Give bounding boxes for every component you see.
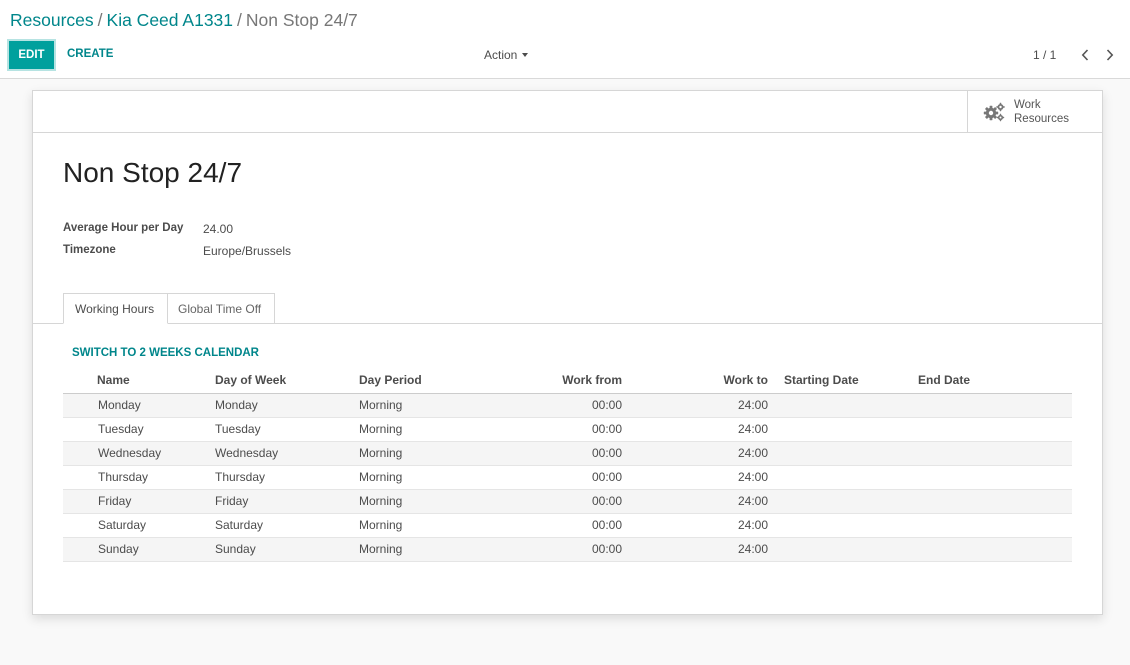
cell-work-to: 24:00 bbox=[622, 417, 768, 442]
cell-day-of-week: Wednesday bbox=[215, 441, 359, 466]
breadcrumb-item-vehicle[interactable]: Kia Ceed A1331 bbox=[107, 10, 234, 30]
chevron-right-icon bbox=[1106, 49, 1114, 61]
cell-end-date bbox=[918, 513, 1072, 538]
cell-work-from: 00:00 bbox=[469, 441, 622, 466]
cell-starting-date bbox=[768, 513, 918, 538]
cell-day-of-week: Friday bbox=[215, 489, 359, 514]
cell-work-to: 24:00 bbox=[622, 393, 768, 418]
cell-name: Thursday bbox=[63, 465, 215, 490]
create-button[interactable]: CREATE bbox=[67, 48, 113, 60]
record-title: Non Stop 24/7 bbox=[63, 157, 243, 188]
cell-end-date bbox=[918, 441, 1072, 466]
cell-work-to: 24:00 bbox=[622, 441, 768, 466]
action-dropdown-label: Action bbox=[484, 48, 518, 62]
average-hour-value: 24.00 bbox=[203, 222, 234, 236]
cell-work-from: 00:00 bbox=[469, 513, 622, 538]
timezone-label: Timezone bbox=[63, 244, 116, 256]
work-resources-label: Work Resources bbox=[1014, 98, 1069, 126]
cell-work-from: 00:00 bbox=[469, 393, 622, 418]
cell-work-from: 00:00 bbox=[469, 417, 622, 442]
cell-name: Monday bbox=[63, 393, 215, 418]
breadcrumb: Resources / Kia Ceed A1331/Non Stop 24/7 bbox=[10, 10, 358, 31]
table-row[interactable]: Wednesday Wednesday Morning 00:00 24:00 bbox=[63, 441, 1072, 466]
tab-working-hours[interactable]: Working Hours bbox=[63, 293, 168, 324]
cell-name: Tuesday bbox=[63, 417, 215, 442]
column-header-starting-date[interactable]: Starting Date bbox=[768, 368, 918, 394]
cell-day-of-week: Monday bbox=[215, 393, 359, 418]
cell-work-to: 24:00 bbox=[622, 465, 768, 490]
cell-day-period: Morning bbox=[359, 537, 469, 562]
cell-day-of-week: Saturday bbox=[215, 513, 359, 538]
cell-name: Wednesday bbox=[63, 441, 215, 466]
timezone-value: Europe/Brussels bbox=[203, 244, 292, 258]
cell-work-to: 24:00 bbox=[622, 489, 768, 514]
cell-name: Friday bbox=[63, 489, 215, 514]
cell-name: Sunday bbox=[63, 537, 215, 562]
work-resources-label-line2: Resources bbox=[1014, 112, 1069, 125]
cell-starting-date bbox=[768, 465, 918, 490]
table-row[interactable]: Saturday Saturday Morning 00:00 24:00 bbox=[63, 513, 1072, 538]
column-header-end-date[interactable]: End Date bbox=[918, 368, 1072, 394]
cell-day-of-week: Sunday bbox=[215, 537, 359, 562]
column-header-work-from[interactable]: Work from bbox=[469, 368, 622, 394]
tab-global-time-off[interactable]: Global Time Off bbox=[167, 293, 275, 324]
table-row[interactable]: Tuesday Tuesday Morning 00:00 24:00 bbox=[63, 417, 1072, 442]
table-row[interactable]: Sunday Sunday Morning 00:00 24:00 bbox=[63, 537, 1072, 562]
work-resources-button[interactable]: Work Resources bbox=[967, 91, 1102, 132]
table-row[interactable]: Friday Friday Morning 00:00 24:00 bbox=[63, 489, 1072, 514]
breadcrumb-separator: / bbox=[237, 10, 242, 30]
cell-work-from: 00:00 bbox=[469, 465, 622, 490]
column-header-name[interactable]: Name bbox=[63, 368, 215, 394]
caret-down-icon bbox=[522, 53, 529, 57]
switch-2-weeks-calendar-button[interactable]: SWITCH TO 2 WEEKS CALENDAR bbox=[72, 347, 259, 359]
cell-starting-date bbox=[768, 489, 918, 514]
column-header-work-to[interactable]: Work to bbox=[622, 368, 768, 394]
action-dropdown[interactable]: Action bbox=[484, 48, 529, 62]
cell-starting-date bbox=[768, 441, 918, 466]
cell-work-to: 24:00 bbox=[622, 513, 768, 538]
cell-day-of-week: Tuesday bbox=[215, 417, 359, 442]
form-sheet: Work Resources Non Stop 24/7 Average Hou… bbox=[32, 90, 1103, 615]
cell-work-from: 00:00 bbox=[469, 489, 622, 514]
table-header-row: Name Day of Week Day Period Work from Wo… bbox=[63, 368, 1072, 394]
work-resources-label-line1: Work bbox=[1014, 98, 1041, 111]
cell-end-date bbox=[918, 393, 1072, 418]
cell-day-period: Morning bbox=[359, 393, 469, 418]
cell-end-date bbox=[918, 537, 1072, 562]
pager-next-button[interactable] bbox=[1102, 46, 1118, 64]
cell-starting-date bbox=[768, 393, 918, 418]
working-hours-table: Name Day of Week Day Period Work from Wo… bbox=[63, 368, 1072, 562]
button-box: Work Resources bbox=[33, 91, 1102, 133]
cell-work-from: 00:00 bbox=[469, 537, 622, 562]
column-header-day-period[interactable]: Day Period bbox=[359, 368, 469, 394]
cell-end-date bbox=[918, 465, 1072, 490]
pager-previous-button[interactable] bbox=[1077, 46, 1093, 64]
breadcrumb-item-resources[interactable]: Resources bbox=[10, 10, 94, 30]
cell-end-date bbox=[918, 417, 1072, 442]
cell-name: Saturday bbox=[63, 513, 215, 538]
gears-icon bbox=[983, 102, 1005, 121]
column-header-day-of-week[interactable]: Day of Week bbox=[215, 368, 359, 394]
cell-end-date bbox=[918, 489, 1072, 514]
control-panel: Resources / Kia Ceed A1331/Non Stop 24/7 E… bbox=[0, 0, 1130, 79]
breadcrumb-separator: / bbox=[97, 10, 103, 30]
average-hour-label: Average Hour per Day bbox=[63, 222, 184, 234]
pager-value[interactable]: 1 / 1 bbox=[1033, 48, 1056, 62]
cell-day-period: Morning bbox=[359, 489, 469, 514]
cell-day-of-week: Thursday bbox=[215, 465, 359, 490]
table-row[interactable]: Thursday Thursday Morning 00:00 24:00 bbox=[63, 465, 1072, 490]
cell-starting-date bbox=[768, 417, 918, 442]
breadcrumb-current: Non Stop 24/7 bbox=[245, 10, 358, 30]
chevron-left-icon bbox=[1081, 49, 1089, 61]
cell-day-period: Morning bbox=[359, 417, 469, 442]
cell-day-period: Morning bbox=[359, 441, 469, 466]
cell-starting-date bbox=[768, 537, 918, 562]
cell-work-to: 24:00 bbox=[622, 537, 768, 562]
table-row[interactable]: Monday Monday Morning 00:00 24:00 bbox=[63, 393, 1072, 418]
cell-day-period: Morning bbox=[359, 465, 469, 490]
cell-day-period: Morning bbox=[359, 513, 469, 538]
edit-button[interactable]: EDIT bbox=[9, 41, 54, 69]
